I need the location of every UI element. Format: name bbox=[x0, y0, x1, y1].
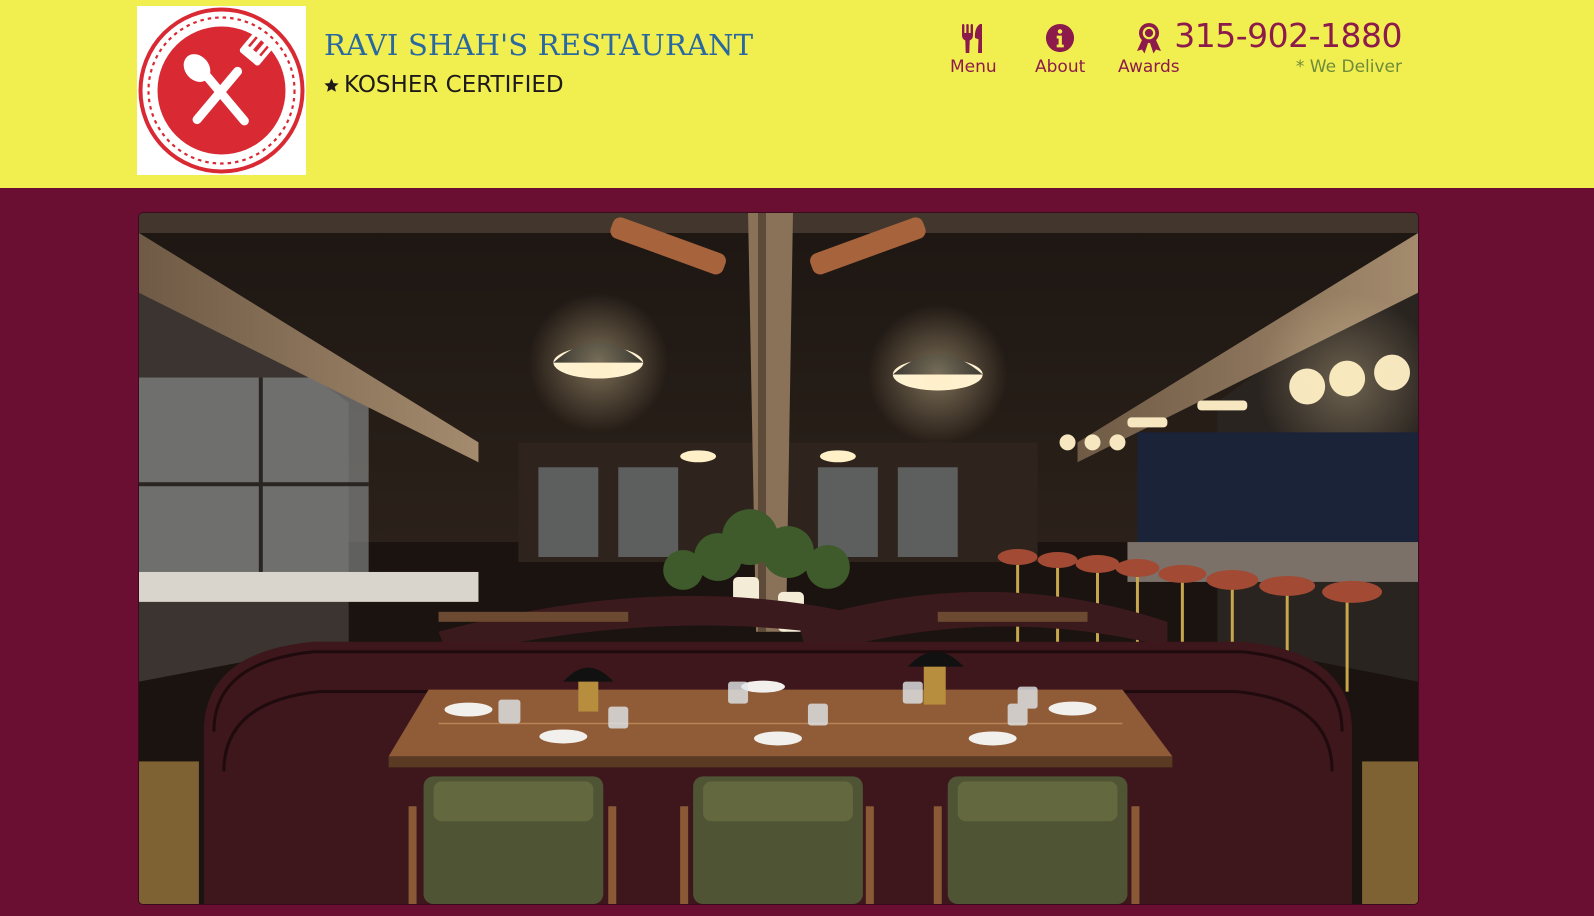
star-icon bbox=[324, 77, 339, 92]
site-header: RAVI SHAH'S RESTAURANT KOSHER CERTIFIED … bbox=[0, 0, 1594, 188]
award-ribbon-icon bbox=[1136, 23, 1161, 54]
nav-menu[interactable]: Menu bbox=[950, 22, 997, 77]
hero-image bbox=[138, 212, 1419, 905]
spoon-fork-crossed-icon bbox=[138, 7, 305, 174]
delivery-note: * We Deliver bbox=[1295, 57, 1402, 77]
nav-about-label: About bbox=[1035, 57, 1086, 77]
restaurant-interior-image bbox=[139, 213, 1418, 904]
kosher-certified-label: KOSHER CERTIFIED bbox=[323, 72, 564, 98]
certification-text: KOSHER CERTIFIED bbox=[344, 72, 564, 98]
phone-number-link[interactable]: 315-902-1880 bbox=[1174, 16, 1402, 55]
nav-about[interactable]: About bbox=[1035, 22, 1085, 77]
nav-menu-label: Menu bbox=[950, 57, 997, 77]
info-circle-icon bbox=[1046, 23, 1075, 53]
nav-awards[interactable]: Awards bbox=[1118, 22, 1180, 77]
logo[interactable] bbox=[137, 6, 306, 175]
nav-awards-label: Awards bbox=[1118, 57, 1180, 77]
restaurant-name: RAVI SHAH'S RESTAURANT bbox=[324, 28, 754, 62]
fork-knife-icon bbox=[962, 24, 983, 53]
